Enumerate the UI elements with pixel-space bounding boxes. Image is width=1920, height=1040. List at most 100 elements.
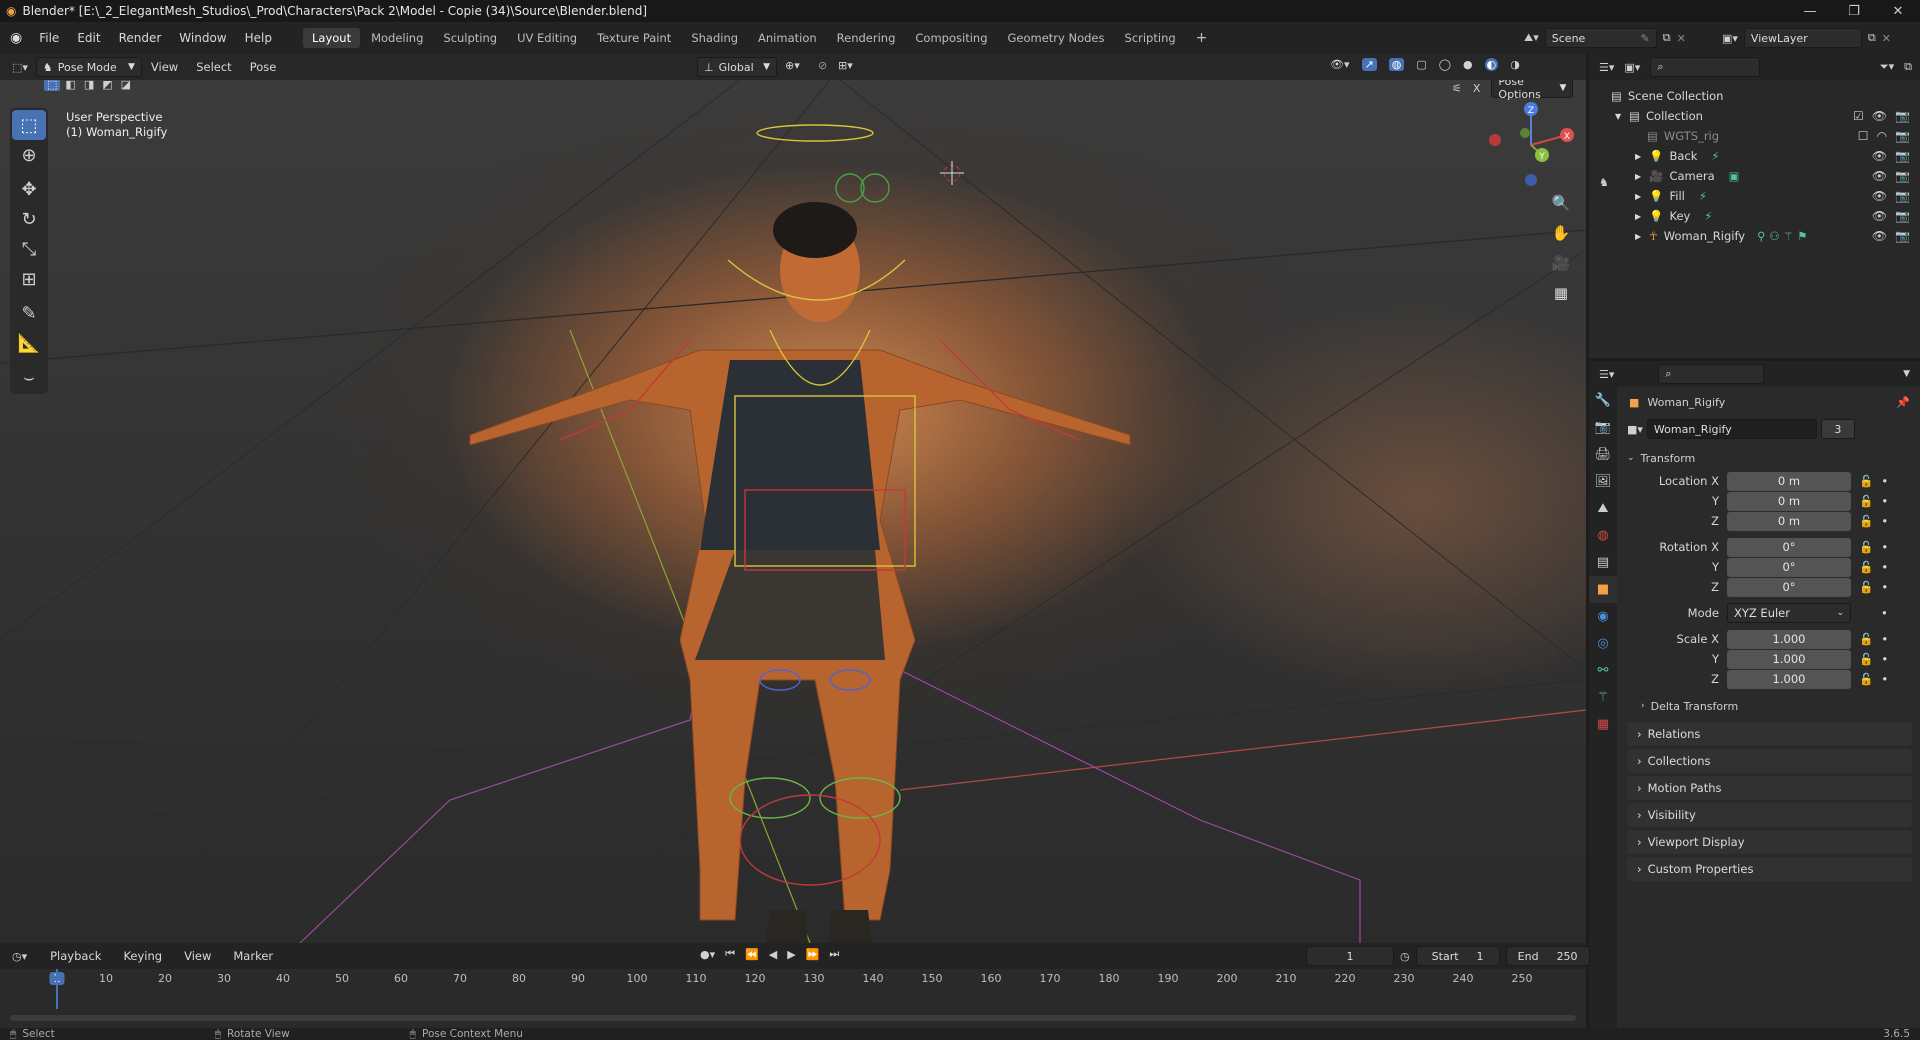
overlay-icon[interactable]: ◍ — [1388, 58, 1405, 71]
location-x-field[interactable]: 0 m — [1727, 471, 1851, 491]
new-collection-icon[interactable]: ⧉ — [1904, 60, 1912, 74]
transform-orientation-dropdown[interactable]: ⊥ Global ▼ — [697, 57, 777, 77]
rendered-shading-icon[interactable]: ◑ — [1510, 58, 1520, 71]
properties-search-input[interactable]: ⌕ — [1658, 364, 1765, 384]
eye-icon[interactable]: 👁 — [1872, 229, 1887, 243]
keyframe-dot-icon[interactable]: • — [1881, 606, 1888, 620]
location-z-field[interactable]: 0 m — [1727, 511, 1851, 531]
delta-transform-subpanel[interactable]: › Delta Transform — [1617, 693, 1920, 719]
tab-texture-paint[interactable]: Texture Paint — [588, 28, 680, 48]
constraint-tab-icon[interactable]: ⚯ — [1589, 657, 1617, 684]
motion-paths-panel[interactable]: › Motion Paths — [1627, 776, 1912, 800]
eye-icon[interactable]: 👁 — [1872, 209, 1887, 223]
visibility-panel[interactable]: › Visibility — [1627, 803, 1912, 827]
select-extend-icon[interactable]: ◧ — [62, 80, 78, 91]
menu-window[interactable]: Window — [170, 31, 235, 45]
lock-icon[interactable]: 🔓 — [1859, 474, 1873, 488]
transform-affect-icon[interactable]: ⚟ — [1452, 82, 1462, 95]
list-item[interactable]: ▶ 💡 Back ⚡ 👁 📷 — [1589, 146, 1920, 166]
measure-tool-icon[interactable]: 📐 — [12, 328, 46, 358]
tab-compositing[interactable]: Compositing — [906, 28, 996, 48]
scene-field[interactable]: Scene ✎ — [1544, 28, 1657, 48]
mode-dropdown[interactable]: ♞ Pose Mode ▼ — [35, 57, 142, 77]
outliner-editor-icon[interactable]: ☰▾ — [1599, 61, 1614, 74]
camera-icon[interactable]: 📷 — [1895, 209, 1910, 223]
select-invert-icon[interactable]: ◩ — [99, 80, 115, 91]
armature-data-tab-icon[interactable]: ⚚ — [1589, 684, 1617, 711]
scale-tool-icon[interactable]: ⤡ — [12, 234, 46, 264]
tab-shading[interactable]: Shading — [682, 28, 747, 48]
maximize-icon[interactable]: ❐ — [1832, 0, 1876, 22]
menu-select[interactable]: Select — [187, 60, 240, 74]
physics-tab-icon[interactable]: ◎ — [1589, 630, 1617, 657]
pin-icon[interactable]: ✎ — [1641, 32, 1650, 45]
pose-options-dropdown[interactable]: Pose Options ▼ — [1491, 80, 1574, 101]
move-tool-icon[interactable]: ✥ — [12, 174, 46, 204]
rotation-z-field[interactable]: 0° — [1727, 577, 1851, 597]
eye-icon[interactable]: 👁 — [1872, 149, 1887, 163]
camera-icon[interactable]: 📷 — [1895, 189, 1910, 203]
collections-panel[interactable]: › Collections — [1627, 749, 1912, 773]
collection-tab-icon[interactable]: ▤ — [1589, 549, 1617, 576]
gizmo-icon[interactable]: ↗ — [1361, 58, 1377, 71]
list-item[interactable]: ▼ ▤ Collection ☑ 👁 📷 — [1589, 106, 1920, 126]
checkbox-icon[interactable]: ☑ — [1853, 109, 1864, 123]
chevron-right-icon[interactable]: ▶ — [1635, 212, 1641, 221]
lock-icon[interactable]: 🔓 — [1859, 514, 1873, 528]
view-layer-field[interactable]: ViewLayer — [1743, 28, 1862, 48]
rotate-tool-icon[interactable]: ↻ — [12, 204, 46, 234]
editor-type-icon[interactable]: ⬚▾ — [0, 61, 36, 74]
display-mode-icon[interactable]: ▣▾ — [1624, 61, 1640, 74]
pin-icon[interactable]: 📌 — [1896, 396, 1910, 409]
tab-geometry-nodes[interactable]: Geometry Nodes — [999, 28, 1114, 48]
solid-shading-icon[interactable]: ● — [1463, 58, 1473, 71]
delete-scene-icon[interactable]: ✕ — [1677, 32, 1686, 45]
eye-icon[interactable]: 👁 — [1872, 189, 1887, 203]
keyframe-dot-icon[interactable]: • — [1881, 632, 1888, 646]
menu-edit[interactable]: Edit — [68, 31, 109, 45]
chevron-right-icon[interactable]: ▶ — [1635, 192, 1641, 201]
lock-icon[interactable]: 🔓 — [1859, 632, 1873, 646]
camera-icon[interactable]: 📷 — [1895, 149, 1910, 163]
timeline-track[interactable]: 1102030405060708090100110120130140150160… — [0, 969, 1586, 1028]
camera-icon[interactable]: 📷 — [1895, 229, 1910, 243]
list-item[interactable]: ▶ 💡 Fill ⚡ 👁 📷 — [1589, 186, 1920, 206]
view-layer-icon[interactable]: ▣▾ — [1722, 32, 1738, 45]
keyframe-dot-icon[interactable]: • — [1881, 672, 1888, 686]
menu-view[interactable]: View — [142, 60, 187, 74]
select-intersect-icon[interactable]: ◪ — [118, 80, 134, 91]
pan-hand-icon[interactable]: ✋ — [1548, 220, 1574, 246]
material-shading-icon[interactable]: ◐ — [1484, 58, 1499, 71]
eye-icon[interactable]: 👁 — [1872, 109, 1887, 123]
list-item[interactable]: ▶ 💡 Key ⚡ 👁 📷 — [1589, 206, 1920, 226]
viewport-display-panel[interactable]: › Viewport Display — [1627, 830, 1912, 854]
scale-y-field[interactable]: 1.000 — [1727, 649, 1851, 669]
chevron-down-icon[interactable]: ▼ — [1903, 369, 1910, 379]
chevron-right-icon[interactable]: ▶ — [1635, 172, 1641, 181]
3d-viewport[interactable]: User Perspective (1) Woman_Rigify ⬚ ◧ ◨ … — [0, 80, 1586, 943]
new-scene-icon[interactable]: ⧉ — [1663, 31, 1671, 45]
chevron-right-icon[interactable]: ▶ — [1635, 232, 1641, 241]
select-box-tool-icon[interactable]: ⬚ — [12, 110, 46, 140]
keyframe-dot-icon[interactable]: • — [1881, 514, 1888, 528]
modifier-tab-icon[interactable]: ◉ — [1589, 603, 1617, 630]
visibility-icon[interactable]: 👁▾ — [1330, 58, 1350, 71]
tool-tab-icon[interactable]: 🔧 — [1589, 387, 1617, 414]
custom-properties-panel[interactable]: › Custom Properties — [1627, 857, 1912, 881]
keyframe-dot-icon[interactable]: • — [1881, 652, 1888, 666]
datablock-icon[interactable]: ■▾ — [1627, 423, 1643, 436]
list-item[interactable]: ▶ 🎥 Camera ▣ 👁 📷 — [1589, 166, 1920, 186]
cursor-tool-icon[interactable]: ⊕ — [12, 140, 46, 170]
eye-icon[interactable]: 👁 — [1872, 169, 1887, 183]
lock-icon[interactable]: 🔓 — [1859, 560, 1873, 574]
lock-icon[interactable]: 🔓 — [1859, 494, 1873, 508]
datablock-name-field[interactable]: Woman_Rigify — [1646, 419, 1817, 439]
camera-icon[interactable]: 📷 — [1895, 169, 1910, 183]
chevron-down-icon[interactable]: ▼ — [1615, 112, 1621, 121]
output-tab-icon[interactable]: 🖨 — [1589, 441, 1617, 468]
tab-scripting[interactable]: Scripting — [1116, 28, 1185, 48]
delete-view-layer-icon[interactable]: ✕ — [1882, 32, 1891, 45]
navigation-gizmo[interactable]: Z X Y — [1486, 100, 1576, 190]
menu-pose[interactable]: Pose — [241, 60, 286, 74]
list-item[interactable]: ▶ ☥ Woman_Rigify ⚲ ⚇ ⚚ ⚑ 👁 📷 — [1589, 226, 1920, 246]
